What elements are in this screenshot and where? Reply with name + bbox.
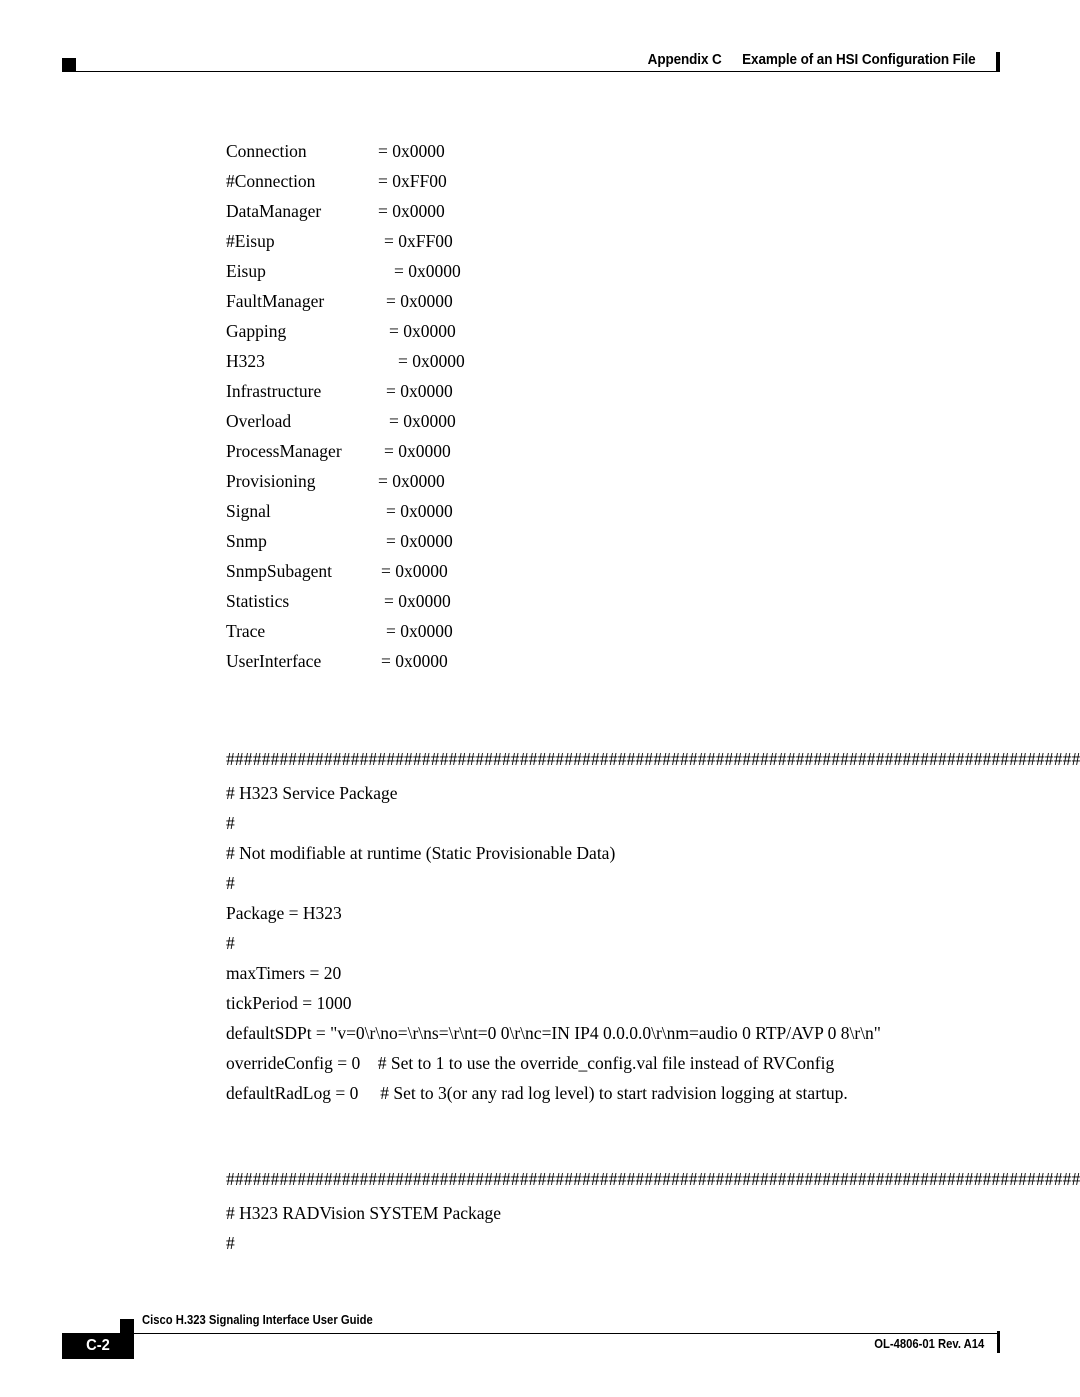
document-body: Connection = 0x0000 #Connection = 0xFF00… xyxy=(226,136,1080,1258)
config-flag-row: Snmp = 0x0000 xyxy=(226,526,1016,556)
config-flag-row: Overload = 0x0000 xyxy=(226,406,1016,436)
comment-blank: # xyxy=(226,1233,235,1253)
config-flag-key: ProcessManager xyxy=(226,441,342,461)
config-flag-value: = 0xFF00 xyxy=(384,231,453,251)
config-flag-row: UserInterface = 0x0000 xyxy=(226,646,1016,676)
footer-rule xyxy=(120,1333,1000,1334)
config-flag-key: Infrastructure xyxy=(226,381,322,401)
config-flag-value: = 0x0000 xyxy=(394,261,461,281)
config-flag-key: Trace xyxy=(226,621,266,641)
config-flag-key: Gapping xyxy=(226,321,287,341)
comment-static-note: # Not modifiable at runtime (Static Prov… xyxy=(226,843,616,863)
config-flag-row: #Eisup = 0xFF00 xyxy=(226,226,1016,256)
config-flag-value: = 0x0000 xyxy=(386,531,453,551)
config-flag-key: H323 xyxy=(226,351,265,371)
config-flag-row: SnmpSubagent = 0x0000 xyxy=(226,556,1016,586)
header-title-label: Example of an HSI Configuration File xyxy=(742,52,977,68)
footer-page-number: C-2 xyxy=(86,1337,110,1354)
config-flag-key: Overload xyxy=(226,411,292,431)
config-flag-value: = 0x0000 xyxy=(386,621,453,641)
config-flag-row: Connection = 0x0000 xyxy=(226,136,1016,166)
comment-package-title: # H323 RADVision SYSTEM Package xyxy=(226,1203,502,1223)
config-flag-row: Gapping = 0x0000 xyxy=(226,316,1016,346)
comment-package-title: # H323 Service Package xyxy=(226,783,398,803)
page-footer: C-2 Cisco H.323 Signaling Interface User… xyxy=(62,1305,1000,1361)
config-flag-value: = 0x0000 xyxy=(384,591,451,611)
footer-end-tick xyxy=(997,1331,1000,1353)
config-flag-key: Eisup xyxy=(226,261,266,281)
config-flag-key: UserInterface xyxy=(226,651,322,671)
config-override-config: overrideConfig = 0 # Set to 1 to use the… xyxy=(226,1053,835,1073)
config-package: Package = H323 xyxy=(226,903,342,923)
config-flag-value: = 0x0000 xyxy=(389,411,456,431)
config-flag-row: Provisioning = 0x0000 xyxy=(226,466,1016,496)
config-flag-key: Connection xyxy=(226,141,307,161)
config-flag-row: DataManager = 0x0000 xyxy=(226,196,1016,226)
config-flag-value: = 0x0000 xyxy=(386,501,453,521)
config-flag-key: DataManager xyxy=(226,201,322,221)
config-flag-key: FaultManager xyxy=(226,291,325,311)
header-rule xyxy=(62,71,1000,72)
config-flag-key: #Eisup xyxy=(226,231,275,251)
config-flag-row: Trace = 0x0000 xyxy=(226,616,1016,646)
config-flag-value: = 0x0000 xyxy=(384,441,451,461)
config-flag-row: Statistics = 0x0000 xyxy=(226,586,1016,616)
footer-document-id: OL-4806-01 Rev. A14 xyxy=(873,1337,984,1351)
config-flag-list: Connection = 0x0000 #Connection = 0xFF00… xyxy=(226,136,1016,676)
config-flag-row: #Connection = 0xFF00 xyxy=(226,166,1016,196)
config-flag-row: FaultManager = 0x0000 xyxy=(226,286,1016,316)
footer-document-title: Cisco H.323 Signaling Interface User Gui… xyxy=(142,1313,373,1327)
config-flag-value: = 0x0000 xyxy=(381,651,448,671)
config-default-sdpt: defaultSDPt = "v=0\r\no=\r\ns=\r\nt=0 0\… xyxy=(226,1023,881,1043)
h323-service-package-block: ########################################… xyxy=(226,748,1080,1108)
h323-radvision-package-block: ########################################… xyxy=(226,1168,1080,1258)
config-flag-key: Provisioning xyxy=(226,471,316,491)
comment-blank: # xyxy=(226,813,235,833)
config-flag-value: = 0x0000 xyxy=(386,291,453,311)
config-flag-key: #Connection xyxy=(226,171,316,191)
config-max-timers: maxTimers = 20 xyxy=(226,963,342,983)
config-tick-period: tickPeriod = 1000 xyxy=(226,993,352,1013)
config-flag-key: Statistics xyxy=(226,591,290,611)
config-flag-value: = 0x0000 xyxy=(381,561,448,581)
config-flag-value: = 0x0000 xyxy=(398,351,465,371)
config-flag-row: Eisup = 0x0000 xyxy=(226,256,1016,286)
header-end-tick xyxy=(996,52,1000,72)
config-flag-row: Infrastructure = 0x0000 xyxy=(226,376,1016,406)
header-appendix-label: Appendix C xyxy=(648,52,723,68)
config-flag-key: Signal xyxy=(226,501,271,521)
config-flag-value: = 0x0000 xyxy=(378,471,445,491)
config-flag-value: = 0x0000 xyxy=(386,381,453,401)
comment-blank: # xyxy=(226,873,235,893)
config-flag-value: = 0xFF00 xyxy=(378,171,447,191)
config-flag-row: H323 = 0x0000 xyxy=(226,346,1016,376)
config-flag-row: ProcessManager = 0x0000 xyxy=(226,436,1016,466)
config-flag-key: SnmpSubagent xyxy=(226,561,332,581)
page-header: Appendix C Example of an HSI Configuratio… xyxy=(62,48,1000,76)
header-marker-square xyxy=(62,58,76,72)
config-flag-key: Snmp xyxy=(226,531,267,551)
config-flag-value: = 0x0000 xyxy=(378,141,445,161)
config-flag-row: Signal = 0x0000 xyxy=(226,496,1016,526)
comment-blank: # xyxy=(226,933,235,953)
config-flag-value: = 0x0000 xyxy=(389,321,456,341)
hash-separator-rule: ########################################… xyxy=(226,749,1080,769)
hash-separator-rule: ########################################… xyxy=(226,1169,1080,1189)
footer-marker-square xyxy=(120,1319,134,1333)
header-text: Appendix C Example of an HSI Configuratio… xyxy=(648,52,976,68)
config-default-rad-log: defaultRadLog = 0 # Set to 3(or any rad … xyxy=(226,1083,848,1103)
config-flag-value: = 0x0000 xyxy=(378,201,445,221)
